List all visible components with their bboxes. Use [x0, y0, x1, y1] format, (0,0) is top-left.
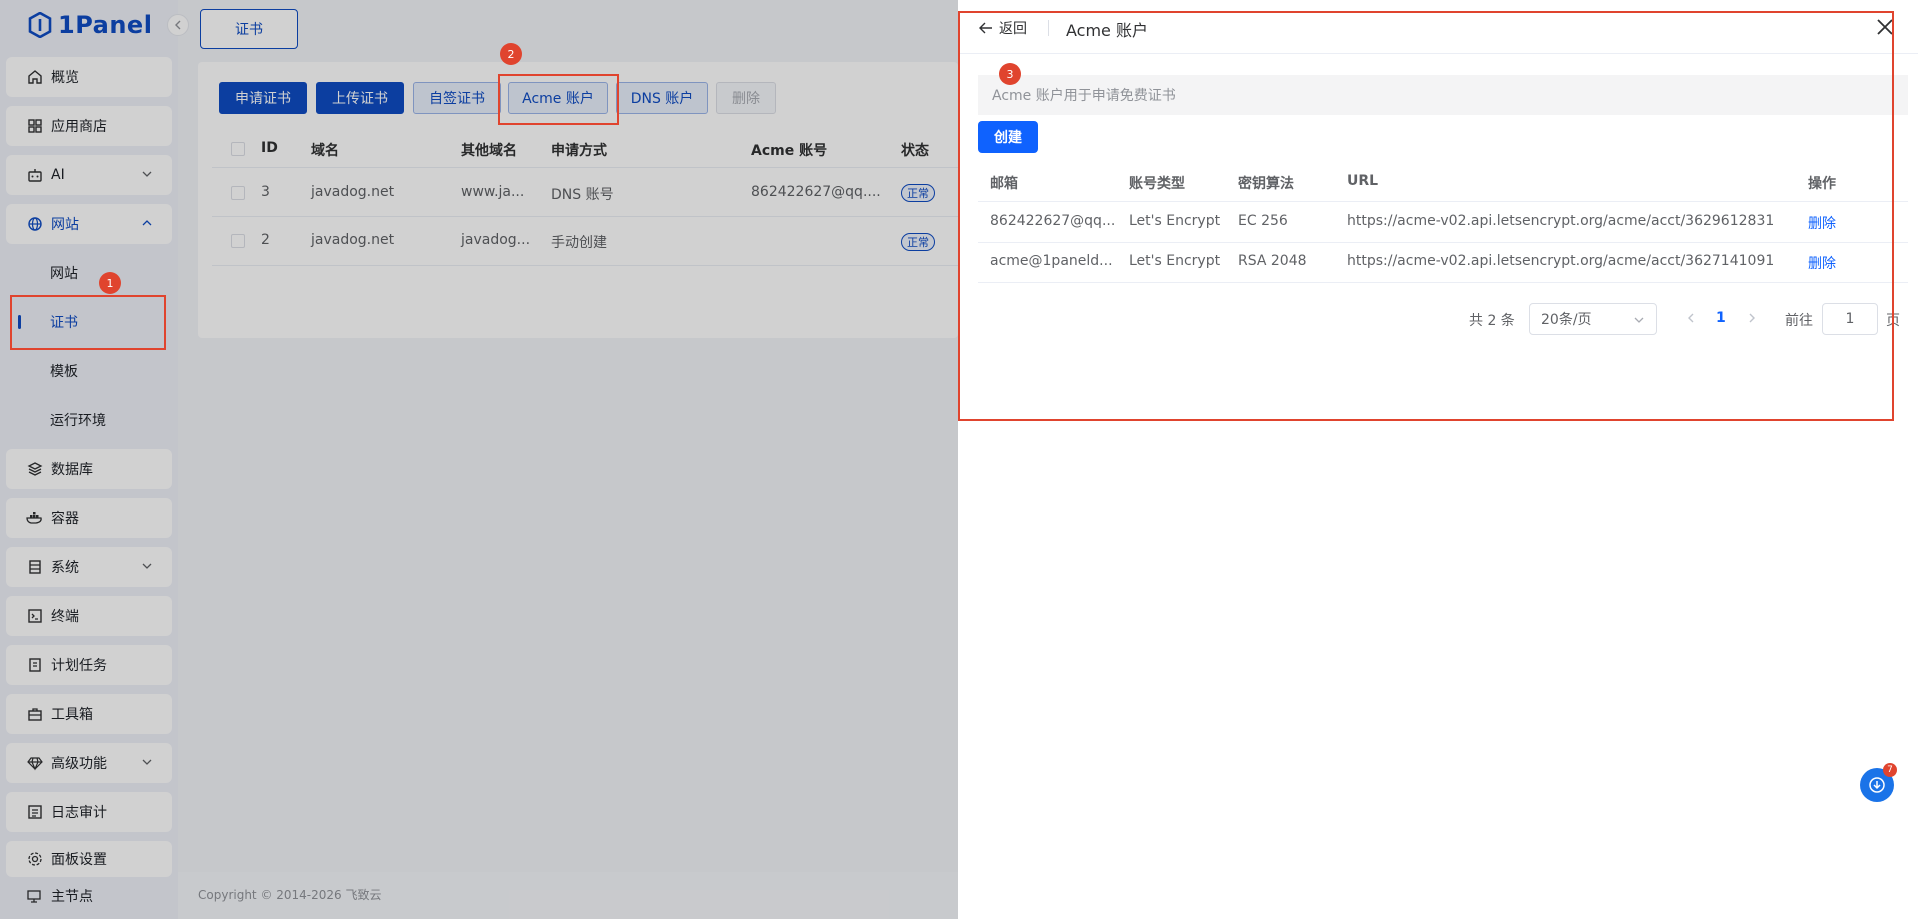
header-divider	[1048, 20, 1049, 36]
cell-account-type: Let's Encrypt	[1129, 253, 1221, 269]
goto-suffix: 页	[1886, 313, 1900, 329]
column-header: URL	[1347, 173, 1379, 189]
annotation-badge: 3	[999, 63, 1021, 85]
delete-link[interactable]: 删除	[1808, 253, 1836, 273]
cell-key-algorithm: RSA 2048	[1238, 253, 1307, 269]
page-size-select[interactable]: 20条/页	[1529, 303, 1657, 335]
goto-label: 前往	[1785, 313, 1813, 329]
back-label: 返回	[999, 21, 1027, 37]
modal-overlay[interactable]	[0, 0, 958, 919]
row-divider	[978, 242, 1908, 243]
cell-key-algorithm: EC 256	[1238, 213, 1288, 229]
column-header: 密钥算法	[1238, 176, 1294, 192]
cell-email: 862422627@qq...	[990, 213, 1116, 229]
chevron-down-icon	[1634, 317, 1644, 323]
info-alert: Acme 账户用于申请免费证书	[978, 75, 1908, 115]
goto-page-input[interactable]: 1	[1822, 303, 1878, 335]
cell-email: acme@1paneld...	[990, 253, 1113, 269]
cell-url: https://acme-v02.api.letsencrypt.org/acm…	[1347, 213, 1775, 229]
back-button[interactable]: 返回	[979, 18, 1027, 38]
prev-page-icon[interactable]	[1685, 311, 1697, 325]
notification-badge: 7	[1883, 763, 1897, 777]
annotation-badge: 2	[500, 43, 522, 65]
download-icon	[1869, 777, 1885, 793]
column-header: 账号类型	[1129, 176, 1185, 192]
row-divider	[978, 282, 1908, 283]
cell-account-type: Let's Encrypt	[1129, 213, 1221, 229]
column-header: 操作	[1808, 176, 1836, 192]
drawer-title: Acme 账户	[1066, 21, 1148, 40]
row-divider	[978, 201, 1908, 202]
current-page[interactable]: 1	[1716, 310, 1726, 326]
next-page-icon[interactable]	[1746, 311, 1758, 325]
arrow-left-icon	[979, 22, 992, 34]
acme-account-drawer: 返回 Acme 账户 Acme 账户用于申请免费证书 创建 邮箱 账号类型 密钥…	[958, 0, 1918, 919]
cell-url: https://acme-v02.api.letsencrypt.org/acm…	[1347, 253, 1775, 269]
delete-link[interactable]: 删除	[1808, 213, 1836, 233]
close-icon[interactable]	[1876, 18, 1894, 36]
column-header: 邮箱	[990, 176, 1018, 192]
annotation-badge: 1	[99, 272, 121, 294]
pagination-total: 共 2 条	[1469, 313, 1515, 329]
page-size-value: 20条/页	[1541, 312, 1592, 328]
drawer-header: 返回 Acme 账户	[958, 0, 1918, 54]
create-account-button[interactable]: 创建	[978, 121, 1038, 153]
